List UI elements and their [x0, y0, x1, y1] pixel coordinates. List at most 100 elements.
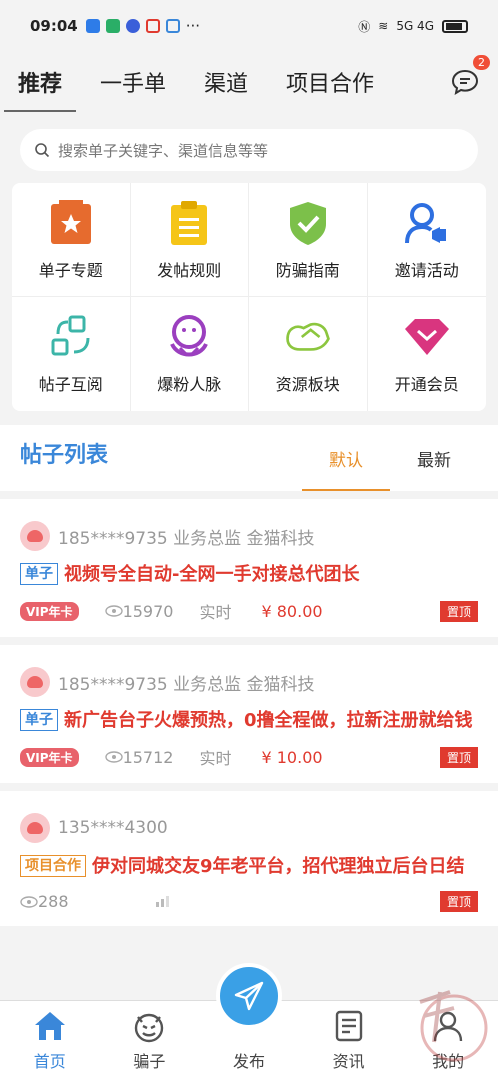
- post-title[interactable]: 单子 视频号全自动-全网一手对接总代团长: [20, 559, 478, 591]
- nav-news[interactable]: 资讯: [299, 1001, 399, 1080]
- post-card[interactable]: 185****9735 业务总监 金猫科技 单子 视频号全自动-全网一手对接总代团…: [0, 499, 498, 637]
- user-megaphone-icon: [403, 199, 451, 247]
- post-card[interactable]: 135****4300 项目合作 伊对同城交友9年老平台，招代理独立后台日结 28…: [0, 791, 498, 926]
- vip-badge: VIP年卡: [20, 601, 79, 621]
- category-grid: 单子专题 发帖规则 防骗指南 邀请活动 帖子互阅 爆粉人脉 资源板块 开通会员: [12, 183, 486, 411]
- post-time: 实时: [199, 749, 232, 768]
- grid-item-label: 单子专题: [38, 260, 103, 280]
- wechat-icon: [105, 19, 120, 33]
- devil-face-icon: [131, 1008, 167, 1044]
- paper-plane-icon: [234, 981, 264, 1011]
- exchange-icon: [47, 313, 95, 361]
- handshake-icon: [284, 313, 332, 361]
- nav-scammers[interactable]: 骗子: [100, 1001, 200, 1080]
- app-notification-icon: [165, 19, 180, 33]
- battery-icon: [442, 19, 468, 33]
- post-title[interactable]: 单子 新广告台子火爆预热，0撸全程做，拉新注册就给钱: [20, 705, 478, 737]
- home-icon: [32, 1008, 68, 1044]
- tab-project-cooperation[interactable]: 项目合作: [286, 66, 374, 98]
- grid-item-label: 资源板块: [275, 375, 340, 394]
- signal-bars-icon: [155, 892, 169, 911]
- nav-publish[interactable]: 发布: [199, 963, 299, 1080]
- post-author: 185****9735 业务总监 金猫科技: [20, 521, 478, 551]
- post-meta: VIP年卡 15970 实时 ¥ 80.00 置顶: [20, 599, 478, 623]
- grid-item-mutual-read[interactable]: 帖子互阅: [12, 297, 131, 411]
- status-time: 09:04: [30, 17, 78, 35]
- status-right: Ⓝ ≋ 5G 4G: [358, 18, 468, 35]
- tab-recommend[interactable]: 推荐: [3, 66, 77, 112]
- post-list-header: 帖子列表 默认 最新: [0, 425, 498, 491]
- post-card[interactable]: 185****9735 业务总监 金猫科技 单子 新广告台子火爆预热，0撸全程做，…: [0, 645, 498, 783]
- grid-item-label: 开通会员: [394, 375, 459, 394]
- publish-button[interactable]: [215, 963, 282, 1029]
- post-price: ¥ 10.00: [261, 747, 323, 767]
- grid-item-label: 防骗指南: [275, 260, 340, 280]
- post-tag: 单子: [20, 709, 58, 731]
- eye-icon: [104, 751, 123, 763]
- post-list-title: 帖子列表: [20, 443, 109, 468]
- tab-channel[interactable]: 渠道: [204, 66, 248, 98]
- grid-item-topics[interactable]: 单子专题: [12, 183, 131, 297]
- avatar: [20, 521, 50, 551]
- pinned-badge: 置顶: [439, 891, 478, 912]
- hugging-person-icon: [165, 313, 213, 361]
- nav-home[interactable]: 首页: [0, 1001, 100, 1080]
- nfc-icon: Ⓝ: [358, 19, 371, 34]
- author-info: 185****9735 业务总监 金猫科技: [58, 674, 315, 695]
- post-title[interactable]: 项目合作 伊对同城交友9年老平台，招代理独立后台日结: [20, 851, 478, 883]
- sort-default-tab[interactable]: 默认: [302, 446, 390, 491]
- pinned-badge: 置顶: [439, 600, 478, 622]
- grid-item-label: 邀请活动: [394, 260, 459, 280]
- message-button[interactable]: 2: [450, 55, 490, 97]
- grid-item-invite[interactable]: 邀请活动: [367, 183, 486, 297]
- star-folder-icon: [47, 199, 95, 247]
- post-price: ¥ 80.00: [261, 601, 323, 621]
- wifi-icon: ≋: [378, 19, 389, 33]
- more-icon: ···: [185, 17, 201, 35]
- status-bar: 09:04 ··· Ⓝ ≋ 5G 4G: [0, 0, 498, 52]
- watermark-logo: [410, 982, 490, 1072]
- view-count: 15712: [104, 748, 173, 767]
- view-count: 288: [20, 892, 69, 911]
- avatar: [20, 667, 50, 697]
- eye-icon: [20, 895, 38, 908]
- post-meta: VIP年卡 15712 实时 ¥ 10.00 置顶: [20, 745, 478, 769]
- grid-item-resources[interactable]: 资源板块: [249, 297, 368, 411]
- message-badge: 2: [473, 55, 490, 70]
- post-author: 135****4300: [20, 813, 478, 843]
- message-icon: [451, 69, 479, 96]
- search-icon: [35, 143, 50, 158]
- view-count: 15970: [104, 602, 173, 621]
- signal-icon: 5G 4G: [396, 19, 434, 33]
- grid-item-label: 发帖规则: [157, 260, 222, 280]
- sort-latest-tab[interactable]: 最新: [390, 446, 478, 491]
- clipboard-icon: [165, 199, 213, 247]
- post-author: 185****9735 业务总监 金猫科技: [20, 667, 478, 697]
- grid-item-anti-fraud[interactable]: 防骗指南: [249, 183, 368, 297]
- grid-item-fans[interactable]: 爆粉人脉: [131, 297, 249, 411]
- post-title-text: 伊对同城交友9年老平台，招代理独立后台日结: [92, 856, 465, 877]
- author-info: 185****9735 业务总监 金猫科技: [58, 528, 315, 549]
- app-notification-icon: [125, 19, 140, 33]
- author-info: 135****4300: [58, 818, 168, 838]
- search-placeholder: 搜索单子关键字、渠道信息等等: [58, 141, 269, 160]
- document-icon: [331, 1008, 367, 1044]
- status-icons: ···: [85, 17, 201, 35]
- post-title-text: 新广告台子火爆预热，0撸全程做，拉新注册就给钱: [64, 710, 473, 731]
- post-tag: 项目合作: [20, 855, 86, 877]
- post-title-text: 视频号全自动-全网一手对接总代团长: [64, 564, 360, 585]
- eye-icon: [104, 605, 123, 617]
- sort-tabs: 默认 最新: [302, 446, 478, 491]
- post-time: 实时: [199, 603, 232, 622]
- post-tag: 单子: [20, 563, 58, 585]
- top-tabs: 推荐 一手单 渠道 项目合作 2: [0, 52, 498, 112]
- grid-item-membership[interactable]: 开通会员: [368, 297, 487, 411]
- tab-first-hand[interactable]: 一手单: [100, 66, 166, 98]
- shield-check-icon: [284, 199, 332, 247]
- grid-item-rules[interactable]: 发帖规则: [130, 183, 249, 297]
- app-notification-icon: [85, 19, 100, 33]
- pinned-badge: 置顶: [439, 746, 478, 768]
- grid-item-label: 爆粉人脉: [157, 375, 222, 394]
- post-meta: 288 置顶: [20, 891, 478, 912]
- search-bar[interactable]: 搜索单子关键字、渠道信息等等: [20, 129, 478, 171]
